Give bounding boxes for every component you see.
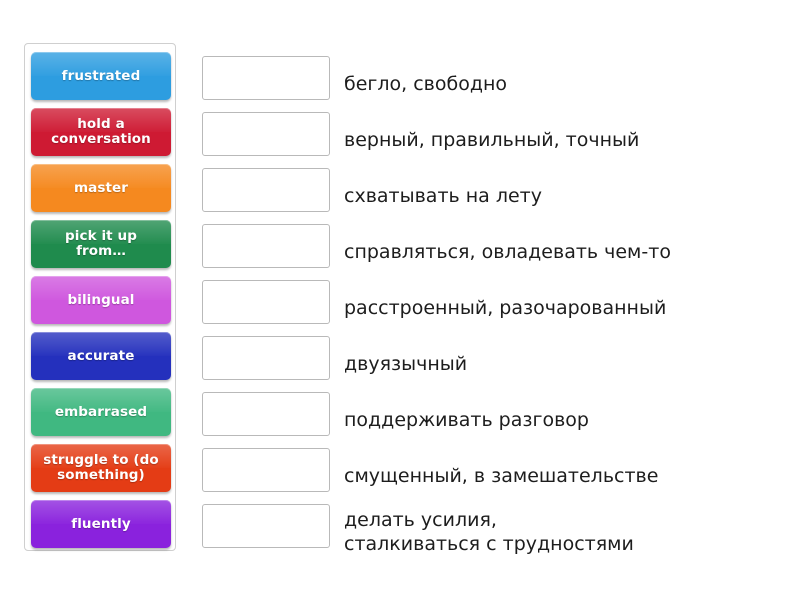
dropzone-row <box>202 392 334 448</box>
definition-row: поддерживать разговор <box>344 392 784 448</box>
dropzone-row <box>202 168 334 224</box>
word-tile[interactable]: embarrased <box>31 388 171 436</box>
word-tile[interactable]: struggle to (do something) <box>31 444 171 492</box>
definition-row: расстроенный, разочарованный <box>344 280 784 336</box>
answer-dropbox[interactable] <box>202 56 330 100</box>
definition-row: схватывать на лету <box>344 168 784 224</box>
definition-text: схватывать на лету <box>344 184 542 207</box>
word-tile[interactable]: hold a conversation <box>31 108 171 156</box>
definition-row: делать усилия, сталкиваться с трудностям… <box>344 504 784 560</box>
dropzone-row <box>202 112 334 168</box>
definition-text: смущенный, в замешательстве <box>344 464 659 487</box>
word-tile[interactable]: master <box>31 164 171 212</box>
definition-text: двуязычный <box>344 352 468 375</box>
word-tile-label: hold a conversation <box>51 116 151 147</box>
definition-row: верный, правильный, точный <box>344 112 784 168</box>
definition-text: поддерживать разговор <box>344 408 589 431</box>
definition-row: двуязычный <box>344 336 784 392</box>
word-tile-label: frustrated <box>61 67 141 84</box>
dropzone-row <box>202 280 334 336</box>
definition-text: расстроенный, разочарованный <box>344 296 667 319</box>
definition-row: справляться, овладевать чем-то <box>344 224 784 280</box>
word-tile-label: fluently <box>71 515 131 532</box>
dropzone-row <box>202 504 334 560</box>
dropzone-row <box>202 56 334 112</box>
answer-dropbox[interactable] <box>202 224 330 268</box>
word-tile-label: master <box>73 179 129 196</box>
definition-text: делать усилия, сталкиваться с трудностям… <box>344 509 634 555</box>
answer-dropbox[interactable] <box>202 504 330 548</box>
answer-dropbox[interactable] <box>202 392 330 436</box>
answer-dropbox[interactable] <box>202 112 330 156</box>
answer-dropbox[interactable] <box>202 448 330 492</box>
definition-text: справляться, овладевать чем-то <box>344 240 671 263</box>
word-tile[interactable]: fluently <box>31 500 171 548</box>
answer-dropbox[interactable] <box>202 280 330 324</box>
dropzone-row <box>202 336 334 392</box>
definition-row: бегло, свободно <box>344 56 784 112</box>
word-tile[interactable]: accurate <box>31 332 171 380</box>
word-tile-panel: frustrated hold a conversation master pick … <box>24 43 176 551</box>
dropzone-row <box>202 224 334 280</box>
definition-text: верный, правильный, точный <box>344 128 640 151</box>
dropzone-column <box>202 56 334 560</box>
word-tile-label: pick it up from… <box>64 228 138 259</box>
dropzone-row <box>202 448 334 504</box>
answer-dropbox[interactable] <box>202 336 330 380</box>
word-tile-label: bilingual <box>67 291 135 308</box>
word-tile-label: struggle to (do something) <box>43 452 159 483</box>
word-tile[interactable]: pick it up from… <box>31 220 171 268</box>
definition-column: бегло, свободно верный, правильный, точны… <box>344 56 784 560</box>
word-tile[interactable]: frustrated <box>31 52 171 100</box>
word-tile-label: accurate <box>67 347 135 364</box>
word-tile-label: embarrased <box>54 403 148 420</box>
answer-dropbox[interactable] <box>202 168 330 212</box>
word-tile[interactable]: bilingual <box>31 276 171 324</box>
definition-row: смущенный, в замешательстве <box>344 448 784 504</box>
definition-text: бегло, свободно <box>344 72 508 95</box>
